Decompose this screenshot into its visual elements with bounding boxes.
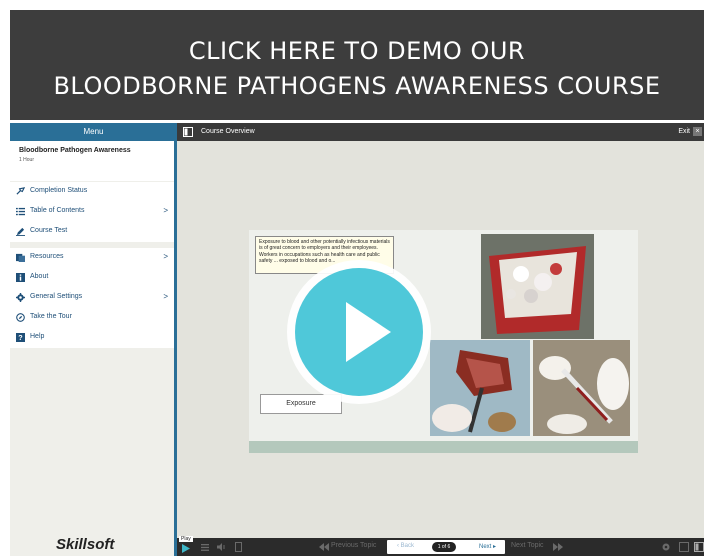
chevron-right-icon: > xyxy=(163,252,168,261)
banner-line-1: CLICK HERE TO DEMO OUR xyxy=(188,37,526,65)
play-tooltip: Play xyxy=(179,536,193,542)
course-info: Bloodborne Pathogen Awareness 1 Hour xyxy=(10,141,174,181)
menu-item-label: Take the Tour xyxy=(30,313,72,320)
gear-icon xyxy=(16,293,25,302)
close-icon[interactable]: × xyxy=(693,127,702,136)
chevron-right-icon: > xyxy=(163,206,168,215)
menu-header: Menu xyxy=(10,123,177,141)
page-navigation: ‹ Back 1 of 6 Next ▸ xyxy=(387,540,505,554)
menu-item-label: Completion Status xyxy=(30,187,88,194)
next-topic-icon[interactable] xyxy=(553,543,563,551)
menu-item-label: Resources xyxy=(30,253,64,260)
next-label: Next xyxy=(479,544,492,550)
exit-button[interactable]: Exit xyxy=(678,128,690,135)
list-icon[interactable] xyxy=(201,544,209,551)
resources-icon xyxy=(16,253,25,262)
page-counter: 1 of 6 xyxy=(432,542,456,552)
sidebar-toggle-icon[interactable] xyxy=(183,127,193,137)
bloody-tool-photo xyxy=(430,340,530,436)
compass-icon xyxy=(16,313,25,322)
menu-item-label: Course Test xyxy=(30,227,68,234)
chevron-right-icon: > xyxy=(163,292,168,301)
bottom-control-bar: Play Previous Topic ‹ Back 1 of 6 Next ▸… xyxy=(177,536,704,556)
menu-item-label: General Settings xyxy=(30,293,83,300)
slide-footer-strip xyxy=(249,441,638,453)
back-label: Back xyxy=(400,543,415,549)
info-icon xyxy=(16,273,25,282)
previous-topic-icon[interactable] xyxy=(319,543,329,551)
menu-item-label: Help xyxy=(30,333,45,340)
sidebar-toggle-icon[interactable] xyxy=(694,542,704,552)
course-title: Bloodborne Pathogen Awareness xyxy=(19,147,131,154)
menu-item-table-of-contents[interactable]: Table of Contents > xyxy=(10,202,174,221)
menu-item-resources[interactable]: Resources > xyxy=(10,248,174,267)
sharps-container-photo xyxy=(481,234,594,339)
top-bar: Course Overview Exit × xyxy=(177,123,704,141)
sidebar-menu: Menu Bloodborne Pathogen Awareness 1 Hou… xyxy=(10,123,177,556)
menu-item-help[interactable]: ? Help xyxy=(10,328,174,347)
play-video-button[interactable] xyxy=(285,258,433,406)
menu-item-label: About xyxy=(30,273,49,280)
menu-item-general-settings[interactable]: General Settings > xyxy=(10,288,174,307)
volume-icon[interactable] xyxy=(217,543,226,551)
pencil-icon xyxy=(16,227,25,236)
menu-group-support: Resources > About General Settings > Tak… xyxy=(10,248,174,348)
page-title: Course Overview xyxy=(201,128,255,135)
next-button[interactable]: Next ▸ xyxy=(479,543,496,550)
help-icon: ? xyxy=(16,333,25,342)
menu-item-course-test[interactable]: Course Test xyxy=(10,222,174,241)
banner-line-2: BLOODBORNE PATHOGENS AWARENESS COURSE xyxy=(53,72,661,100)
list-icon xyxy=(16,207,25,216)
play-icon[interactable] xyxy=(182,544,190,553)
menu-item-take-the-tour[interactable]: Take the Tour xyxy=(10,308,174,327)
demo-banner[interactable]: CLICK HERE TO DEMO OUR BLOODBORNE PATHOG… xyxy=(10,10,704,120)
sidebar-border xyxy=(174,141,177,556)
blood-sample-photo xyxy=(533,340,630,436)
menu-item-label: Table of Contents xyxy=(30,207,85,214)
course-duration: 1 Hour xyxy=(19,157,35,163)
previous-topic-button[interactable]: Previous Topic xyxy=(331,542,376,549)
menu-item-completion-status[interactable]: Completion Status xyxy=(10,182,174,201)
svg-text:?: ? xyxy=(18,333,22,342)
fullscreen-icon[interactable] xyxy=(679,542,689,552)
menu-group-progress: Completion Status Table of Contents > Co… xyxy=(10,182,174,242)
skillsoft-logo: Skillsoft xyxy=(56,536,115,553)
menu-item-about[interactable]: About xyxy=(10,268,174,287)
completion-status-icon xyxy=(16,187,25,195)
next-topic-button[interactable]: Next Topic xyxy=(511,542,544,549)
back-button[interactable]: ‹ Back xyxy=(397,543,414,549)
gear-icon[interactable] xyxy=(661,542,671,552)
transcript-icon[interactable] xyxy=(235,542,242,552)
